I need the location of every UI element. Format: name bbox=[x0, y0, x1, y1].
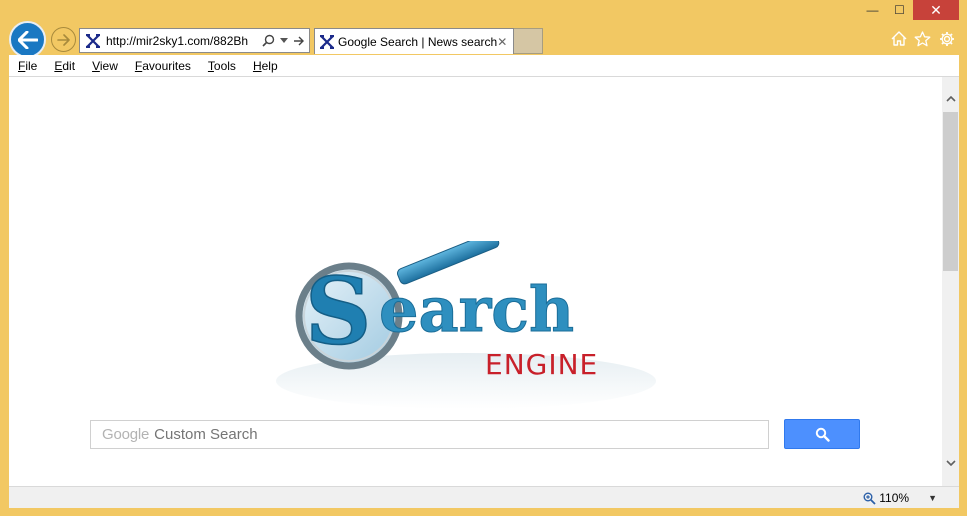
arrow-left-icon bbox=[17, 30, 38, 49]
menu-view[interactable]: View bbox=[92, 59, 118, 73]
custom-search-input[interactable]: Google Custom Search bbox=[90, 420, 769, 449]
magnifier-icon bbox=[815, 427, 830, 442]
window-controls: — ☐ ✕ bbox=[859, 0, 959, 22]
vertical-scrollbar[interactable] bbox=[942, 77, 959, 486]
tab-close-icon[interactable]: ✕ bbox=[497, 35, 513, 49]
zoom-icon bbox=[863, 492, 876, 505]
browser-window: — ☐ ✕ http://mir2sky1.com/882Bh Google S… bbox=[0, 0, 967, 516]
search-icon[interactable] bbox=[262, 34, 275, 47]
zoom-level: 110% bbox=[879, 491, 910, 505]
menu-help[interactable]: Help bbox=[253, 59, 278, 73]
logo-search-letter-s: S bbox=[305, 257, 371, 365]
menu-edit[interactable]: Edit bbox=[54, 59, 75, 73]
maximize-button[interactable]: ☐ bbox=[886, 0, 913, 20]
new-tab-button[interactable] bbox=[514, 28, 543, 54]
toolbar-icons bbox=[890, 30, 955, 47]
search-engine-logo: S earch ENGINE bbox=[276, 241, 656, 409]
zoom-control[interactable]: 110% ▼ bbox=[863, 491, 937, 505]
zoom-dropdown-icon[interactable]: ▼ bbox=[928, 493, 937, 503]
go-arrow-icon[interactable] bbox=[293, 36, 304, 46]
arrow-right-icon bbox=[57, 33, 70, 46]
scroll-down-icon[interactable] bbox=[942, 454, 959, 471]
search-placeholder: Custom Search bbox=[154, 426, 258, 443]
favorites-star-icon[interactable] bbox=[914, 30, 931, 47]
address-bar[interactable]: http://mir2sky1.com/882Bh bbox=[79, 28, 310, 53]
minimize-button[interactable]: — bbox=[859, 0, 886, 20]
scrollbar-thumb[interactable] bbox=[943, 112, 958, 271]
url-text[interactable]: http://mir2sky1.com/882Bh bbox=[103, 34, 262, 48]
tab-title: Google Search | News search bbox=[338, 34, 498, 49]
menu-favourites[interactable]: Favourites bbox=[135, 59, 191, 73]
page-content: S earch ENGINE Google Custom Search bbox=[9, 77, 942, 486]
settings-gear-icon[interactable] bbox=[938, 30, 955, 47]
home-icon[interactable] bbox=[890, 30, 907, 47]
google-brand-label: Google bbox=[102, 426, 150, 443]
menu-file[interactable]: File bbox=[18, 59, 37, 73]
forward-button[interactable] bbox=[51, 27, 76, 52]
menu-bar: File Edit View Favourites Tools Help bbox=[9, 55, 959, 77]
logo-search-text: earch bbox=[379, 273, 574, 346]
dropdown-arrow-icon[interactable] bbox=[280, 38, 288, 43]
search-button[interactable] bbox=[784, 419, 860, 449]
logo-engine-text: ENGINE bbox=[485, 348, 598, 381]
site-favicon-icon bbox=[83, 33, 103, 48]
status-bar: 110% ▼ bbox=[9, 486, 959, 508]
tab-favicon-icon bbox=[320, 34, 334, 49]
menu-tools[interactable]: Tools bbox=[208, 59, 236, 73]
scroll-up-icon[interactable] bbox=[942, 90, 959, 107]
browser-tab[interactable]: Google Search | News search ✕ bbox=[314, 28, 514, 54]
back-button[interactable] bbox=[9, 21, 46, 58]
close-window-button[interactable]: ✕ bbox=[913, 0, 959, 20]
